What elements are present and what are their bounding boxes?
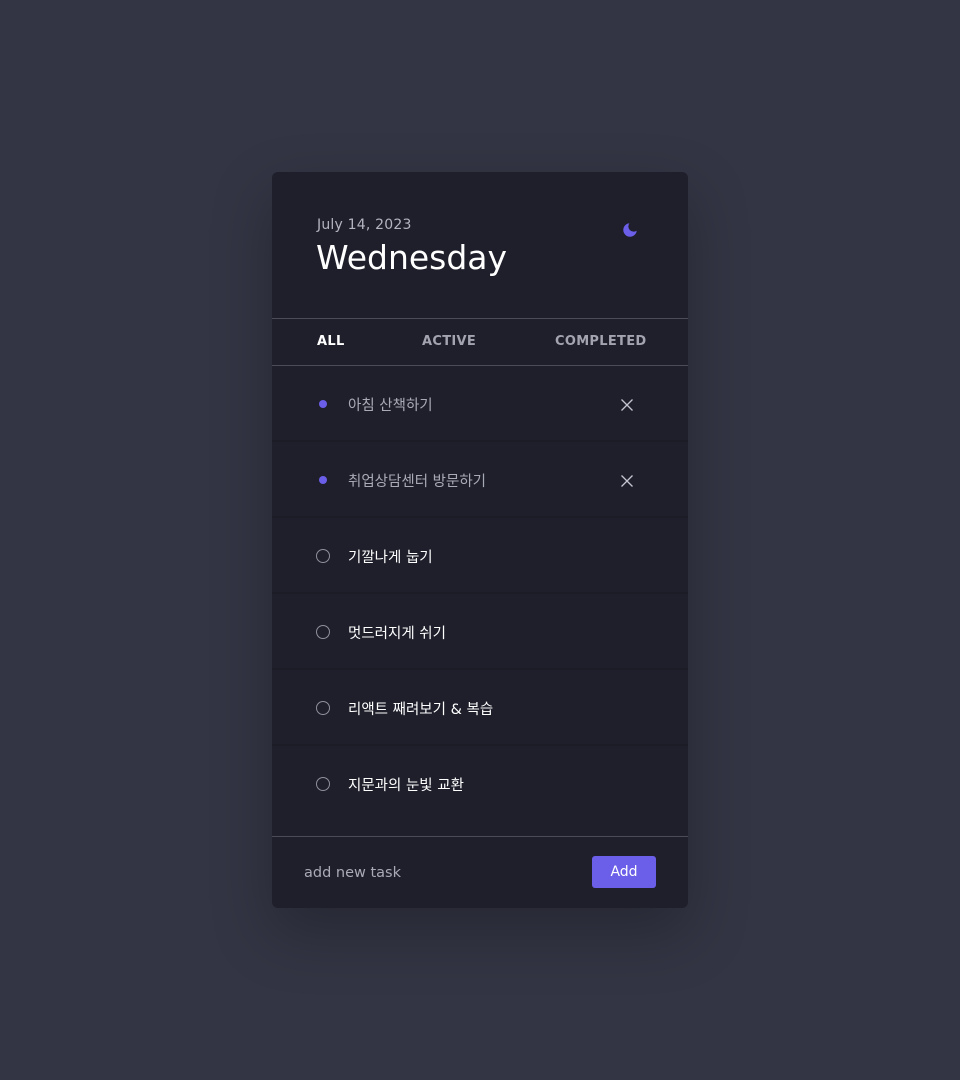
task-label: 지문과의 눈빛 교환: [348, 778, 464, 794]
task-label: 아침 산책하기: [348, 398, 433, 414]
theme-toggle-button[interactable]: [618, 220, 642, 244]
tab-completed[interactable]: COMPLETED: [555, 334, 646, 349]
list-item: 지문과의 눈빛 교환: [272, 746, 688, 822]
todo-card: July 14, 2023 Wednesday ALL ACTIVE COMPL…: [272, 172, 688, 908]
tab-all[interactable]: ALL: [317, 334, 345, 349]
task-label: 취업상담센터 방문하기: [348, 474, 487, 490]
list-item: 멋드러지게 쉬기: [272, 594, 688, 670]
list-item: 취업상담센터 방문하기: [272, 442, 688, 518]
date-label: July 14, 2023: [317, 217, 412, 233]
task-list: 아침 산책하기 취업상담센터 방문하기 기깔나게 눕기 멋드러지게 쉬기 리액트…: [272, 366, 688, 822]
list-item: 리액트 째려보기 & 복습: [272, 670, 688, 746]
close-icon: [621, 475, 633, 487]
list-item: 아침 산책하기: [272, 366, 688, 442]
delete-button[interactable]: [618, 396, 636, 414]
moon-icon: [621, 221, 639, 243]
add-button[interactable]: Add: [592, 856, 656, 888]
list-item: 기깔나게 눕기: [272, 518, 688, 594]
task-label: 기깔나게 눕기: [348, 550, 433, 566]
task-checkbox[interactable]: [316, 701, 330, 715]
day-title: Wednesday: [316, 238, 508, 277]
task-checkbox[interactable]: [316, 777, 330, 791]
task-checkbox[interactable]: [316, 473, 330, 487]
task-label: 멋드러지게 쉬기: [348, 626, 446, 642]
close-icon: [621, 399, 633, 411]
task-checkbox[interactable]: [316, 625, 330, 639]
task-checkbox[interactable]: [316, 397, 330, 411]
add-task-form: Add: [272, 836, 688, 908]
filter-tabs: ALL ACTIVE COMPLETED: [272, 318, 688, 366]
new-task-input[interactable]: [304, 857, 574, 889]
task-label: 리액트 째려보기 & 복습: [348, 702, 494, 718]
tab-active[interactable]: ACTIVE: [422, 334, 476, 349]
delete-button[interactable]: [618, 472, 636, 490]
header: July 14, 2023 Wednesday: [272, 172, 688, 318]
task-checkbox[interactable]: [316, 549, 330, 563]
